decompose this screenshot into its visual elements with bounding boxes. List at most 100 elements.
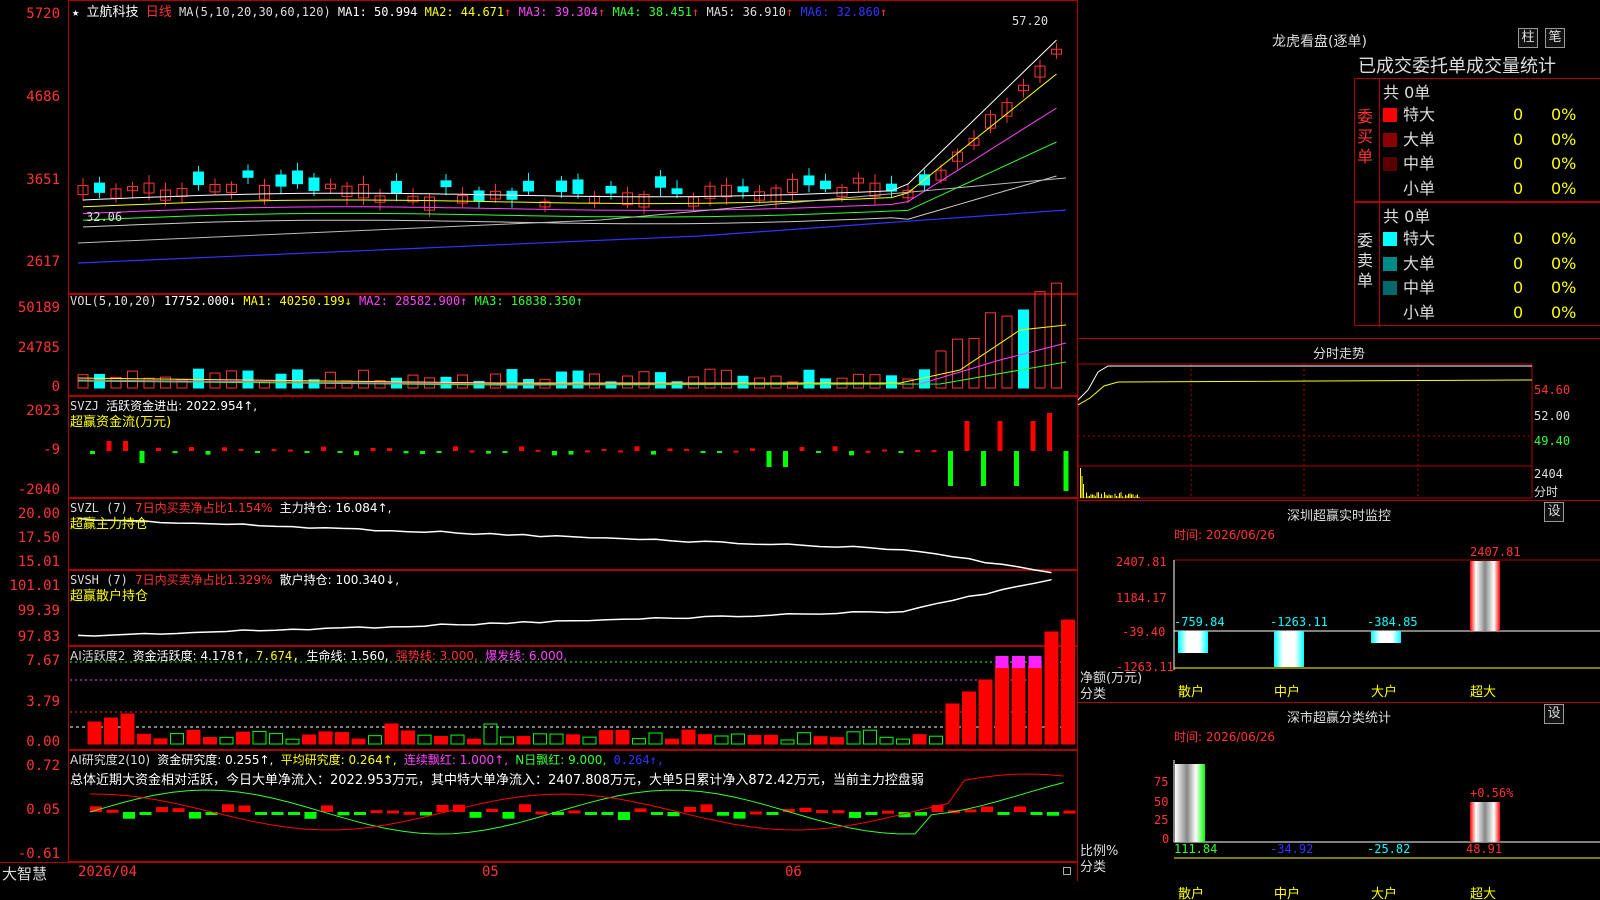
activity-bar (962, 691, 976, 745)
research-bar (717, 812, 729, 816)
activity-bar (1044, 631, 1059, 745)
research-bar (997, 812, 1010, 815)
ai2-label: AI研究度2(10) (70, 753, 151, 767)
intraday-vol-bar (1105, 494, 1107, 498)
candle (737, 186, 749, 193)
candle (275, 174, 287, 187)
flow-bar (717, 451, 722, 453)
candle (671, 188, 683, 195)
intraday-vol-bar (1098, 492, 1099, 498)
flow-bar (1063, 451, 1069, 491)
activity-cap (1028, 656, 1042, 668)
date-label: 05 (482, 864, 499, 880)
volume-bar (655, 372, 666, 389)
flow-bar (948, 451, 953, 486)
research-bar (139, 812, 152, 815)
intraday-vol-bar (1138, 496, 1140, 498)
activity-bar (533, 733, 547, 745)
research-bar (106, 809, 119, 813)
svsh-t1: 7日内买卖净占比1.329% (135, 573, 273, 587)
candle (94, 182, 105, 193)
research-bar (700, 804, 713, 812)
star-icon[interactable]: ★ (72, 5, 79, 19)
vol-label: VOL(5,10,20) (70, 294, 157, 308)
volume-bar (622, 375, 633, 389)
activity-bar (269, 733, 283, 745)
research-bar (733, 812, 746, 819)
flow-bar (750, 448, 755, 451)
research-bar (766, 812, 779, 815)
candle (193, 171, 204, 186)
flow-bar (354, 451, 359, 456)
candle (391, 180, 402, 194)
intraday-frame (1078, 363, 1533, 499)
period-label[interactable]: 日线 (146, 5, 172, 20)
intraday-vol-bar (1089, 495, 1090, 498)
svsh-t2: 散户持仓: 100.340↓, (279, 573, 400, 587)
flow-bar (931, 450, 937, 453)
research-bar (238, 805, 251, 812)
ai1-t4: 强势线: 3.000, (395, 649, 478, 663)
vol-value: 17752.000↓ (163, 294, 237, 308)
volume-bar (985, 312, 996, 389)
research-bar (684, 806, 696, 812)
research-bar (370, 810, 383, 814)
intraday-vol-bar (1086, 492, 1087, 498)
activity-bar (1061, 619, 1075, 745)
intraday-vol-bar (1095, 496, 1096, 498)
retail-line (77, 578, 1052, 637)
volume-bar (572, 370, 584, 389)
research-bar (849, 812, 861, 818)
flow-bar (601, 449, 607, 452)
intraday-vol-bar (1126, 495, 1128, 498)
ma6-value: MA6: 32.860 (800, 5, 880, 19)
flow-bar (700, 451, 706, 453)
intraday-vol-bar (1081, 476, 1083, 498)
volume-bar (935, 350, 947, 389)
candle (572, 179, 584, 195)
research-bar (189, 812, 201, 819)
ai2-t1: 资金研究度: 0.255↑, (157, 753, 274, 767)
sz-bar (1178, 631, 1208, 653)
activity-bar (516, 736, 531, 745)
activity-bar (203, 737, 217, 745)
activity-bar (153, 738, 168, 745)
lock-icon[interactable] (1063, 867, 1071, 875)
sz-category-label: 中户 (1274, 684, 1300, 700)
activity-bar (731, 733, 745, 745)
ma-line (82, 39, 1057, 201)
flow-bar (387, 448, 392, 451)
flow-bar (799, 446, 805, 451)
activity-bar (351, 738, 366, 745)
activity-bar (1011, 665, 1026, 745)
activity-bar (780, 739, 795, 745)
intraday-vol-bar (1099, 497, 1101, 498)
date-axis: 大智慧 2026/04 05 06 (0, 862, 1078, 883)
volume-bar (688, 376, 699, 389)
intraday-vol-bar (1120, 492, 1122, 498)
activity-bar (747, 735, 762, 745)
volume-bar (193, 368, 204, 389)
flow-bar (1030, 421, 1036, 451)
sz-bar-value: -384.85 (1367, 615, 1418, 629)
research-bar (750, 811, 762, 815)
research-bar (156, 807, 168, 812)
flow-bar (585, 450, 590, 453)
kline-chart[interactable] (0, 0, 1078, 881)
right-panel: 龙虎看盘(逐单) 柱 笔 已成交委托单成交量统计 委买单 共 0单 特大 0 0% 大… (1078, 0, 1600, 900)
flow-bar (1047, 413, 1052, 451)
flow-bar (898, 451, 904, 453)
research-bar (915, 812, 927, 816)
flow-bar (255, 451, 260, 453)
ai2-t5: 0.264↑, (613, 753, 665, 767)
intraday-price-line (1078, 365, 1532, 401)
candle (440, 180, 452, 188)
intraday-vol-bar (1093, 494, 1095, 498)
intraday-vol-bar (1104, 492, 1105, 498)
flow-bar (106, 441, 112, 451)
flow-bar (139, 451, 145, 463)
intraday-vol-bar (1134, 497, 1135, 498)
ma2-value: MA2: 44.671 (424, 5, 505, 19)
research-bar (321, 805, 333, 812)
activity-bar (995, 665, 1009, 745)
